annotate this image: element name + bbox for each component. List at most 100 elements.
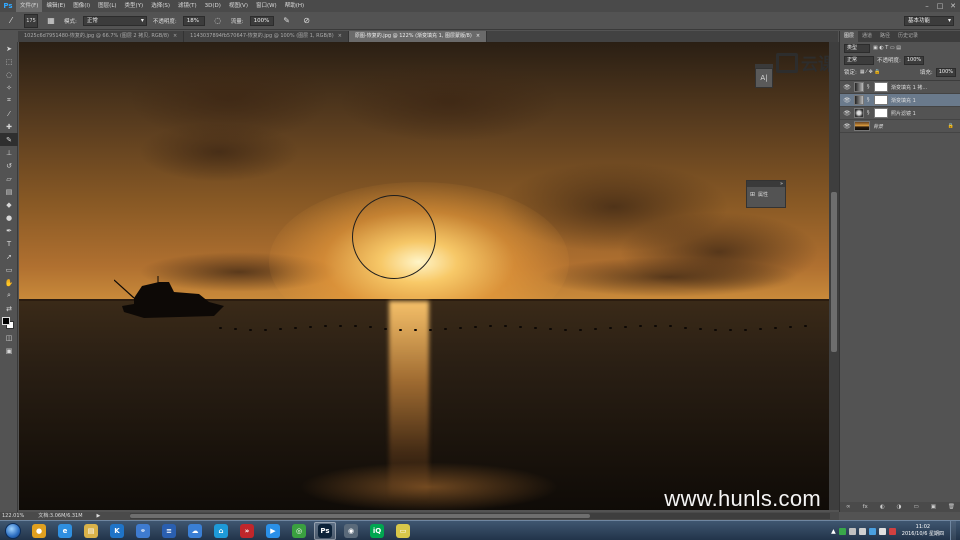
history-brush-tool-icon[interactable]: ↺ [0, 159, 18, 172]
taskbar-app-ie[interactable]: e [54, 522, 76, 540]
brush-preset-picker[interactable]: 175 [24, 13, 38, 28]
taskbar-app-sticky-notes[interactable]: ▭ [392, 522, 414, 540]
minimize-button[interactable]: – [922, 1, 932, 11]
workspace-select[interactable]: 基本功能 [904, 16, 954, 26]
taskbar-app-color-balls[interactable]: ● [28, 522, 50, 540]
taskbar-app-photoshop[interactable]: Ps [314, 521, 336, 540]
taskbar-app-green-app[interactable]: ◎ [288, 522, 310, 540]
layer-row[interactable]: 👁 § 渐变填充 1 [840, 94, 960, 107]
layer-mask-thumbnail[interactable] [874, 82, 888, 92]
menu-item[interactable]: 选择(S) [147, 0, 174, 12]
volume-icon[interactable] [858, 527, 866, 535]
panel-tab[interactable]: 图层 [840, 31, 859, 42]
crop-tool-icon[interactable]: ⌗ [0, 94, 18, 107]
tray-app-icon[interactable] [838, 527, 846, 535]
tray-app-icon[interactable] [868, 527, 876, 535]
close-tab-icon[interactable]: × [173, 33, 177, 39]
menu-item[interactable]: 图层(L) [94, 0, 120, 12]
lock-icons[interactable]: ▦ ⁄ ✥ 🔒 [860, 69, 881, 75]
start-button[interactable] [0, 521, 26, 540]
menu-item[interactable]: 图像(I) [69, 0, 94, 12]
move-tool-icon[interactable]: ➤ [0, 42, 18, 55]
status-menu-arrow-icon[interactable]: ▶ [97, 512, 101, 520]
zoom-tool-icon[interactable]: ⌕ [0, 289, 18, 302]
close-tab-icon[interactable]: × [338, 33, 342, 39]
menu-item[interactable]: 文件(F) [16, 0, 43, 12]
horizontal-scrollbar[interactable] [130, 513, 830, 519]
menu-item[interactable]: 类型(Y) [121, 0, 148, 12]
vertical-scrollbar[interactable] [829, 42, 839, 510]
panel-footer-icon[interactable]: ◐ [880, 504, 885, 510]
link-chain-icon[interactable]: § [867, 110, 871, 116]
path-select-tool-icon[interactable]: ➚ [0, 250, 18, 263]
taskbar-app-k-app[interactable]: K [106, 522, 128, 540]
document-canvas[interactable]: www.hunls.com [19, 42, 829, 510]
panel-footer-icon[interactable]: ◑ [897, 504, 902, 510]
pressure-opacity-icon[interactable]: ◌ [211, 14, 225, 28]
tray-app-icon[interactable] [878, 527, 886, 535]
eraser-tool-icon[interactable]: ▱ [0, 172, 18, 185]
pressure-size-icon[interactable]: ⊘ [300, 14, 314, 28]
taskbar-app-list-app[interactable]: ≡ [158, 522, 180, 540]
link-chain-icon[interactable]: § [867, 97, 871, 103]
quick-select-tool-icon[interactable]: ✧ [0, 81, 18, 94]
foreground-color-swatch[interactable] [2, 317, 10, 325]
link-chain-icon[interactable]: § [867, 84, 871, 90]
panel-footer-icon[interactable]: ▣ [931, 504, 936, 510]
layer-kind-select[interactable]: 类型 [844, 43, 870, 53]
menu-item[interactable]: 滤镜(T) [174, 0, 201, 12]
opacity-input[interactable]: 18% [182, 15, 205, 26]
close-tab-icon[interactable]: × [476, 33, 480, 39]
clone-stamp-tool-icon[interactable]: ⊥ [0, 146, 18, 159]
taskbar-app-explorer[interactable]: ▤ [80, 522, 102, 540]
taskbar-app-camera-app[interactable]: ◉ [340, 522, 362, 540]
visibility-eye-icon[interactable]: 👁 [843, 97, 851, 104]
blend-mode-select[interactable]: 正常 [844, 55, 874, 65]
scroll-thumb[interactable] [831, 192, 837, 352]
layer-row[interactable]: 👁 背景 🔒 [840, 120, 960, 133]
tray-expand-icon[interactable]: ▲ [831, 528, 836, 535]
healing-brush-tool-icon[interactable]: ✚ [0, 120, 18, 133]
close-button[interactable]: ✕ [948, 1, 958, 11]
visibility-eye-icon[interactable]: 👁 [843, 110, 851, 117]
mode-select[interactable]: 正常 [82, 15, 147, 26]
document-tab[interactable]: 原图-恢复的.jpg @ 122% (渐变填充 1, 图层蒙版/8) × [348, 31, 488, 42]
taskbar-app-network[interactable]: ⚭ [132, 522, 154, 540]
tray-app-icon[interactable] [888, 527, 896, 535]
menu-item[interactable]: 编辑(E) [42, 0, 69, 12]
panel-footer-icon[interactable]: 🗑 [948, 504, 955, 510]
menu-item[interactable]: 窗口(W) [252, 0, 281, 12]
visibility-eye-icon[interactable]: 👁 [843, 123, 851, 130]
menu-item[interactable]: 帮助(H) [281, 0, 308, 12]
layer-mask-thumbnail[interactable] [874, 95, 888, 105]
layer-opacity-input[interactable]: 100% [903, 55, 925, 65]
panel-footer-icon[interactable]: fx [863, 504, 868, 510]
menu-item[interactable]: 3D(D) [201, 0, 225, 12]
brush-tool-icon[interactable]: ⁄ [4, 14, 18, 28]
quick-mask-icon[interactable]: ◫ [0, 331, 18, 344]
shape-tool-icon[interactable]: ▭ [0, 263, 18, 276]
zoom-level[interactable]: 122.01% [2, 512, 24, 520]
flow-input[interactable]: 100% [249, 15, 274, 26]
screen-mode-icon[interactable]: ▣ [0, 344, 18, 357]
panel-footer-icon[interactable]: ∞ [846, 504, 851, 510]
lasso-tool-icon[interactable]: ◌ [0, 68, 18, 81]
show-desktop-button[interactable] [950, 521, 956, 540]
gradient-tool-icon[interactable]: ▤ [0, 185, 18, 198]
brush-panel-toggle-icon[interactable]: ▦ [44, 14, 58, 28]
layer-row[interactable]: 👁 § 照片滤镜 1 [840, 107, 960, 120]
visibility-eye-icon[interactable]: 👁 [843, 84, 851, 91]
type-tool-icon[interactable]: T [0, 237, 18, 250]
document-tab[interactable]: 1143037894fb570647-恢复的.jpg @ 100% (图层 1,… [184, 31, 349, 42]
panel-tab[interactable]: 通道 [858, 31, 876, 42]
taskbar-app-iqiyi[interactable]: iQ [366, 522, 388, 540]
dodge-tool-icon[interactable]: ● [0, 211, 18, 224]
brush-tool-icon[interactable]: ✎ [0, 133, 18, 146]
marquee-tool-icon[interactable]: ⬚ [0, 55, 18, 68]
menu-item[interactable]: 视图(V) [225, 0, 252, 12]
properties-panel[interactable]: » ⊞ 属性 [746, 180, 786, 208]
pen-tool-icon[interactable]: ✒ [0, 224, 18, 237]
taskbar-app-blue-cloud[interactable]: ⌂ [210, 522, 232, 540]
clock[interactable]: 11:02 2016/10/6 星期四 [899, 524, 947, 538]
layer-mask-thumbnail[interactable] [874, 108, 888, 118]
